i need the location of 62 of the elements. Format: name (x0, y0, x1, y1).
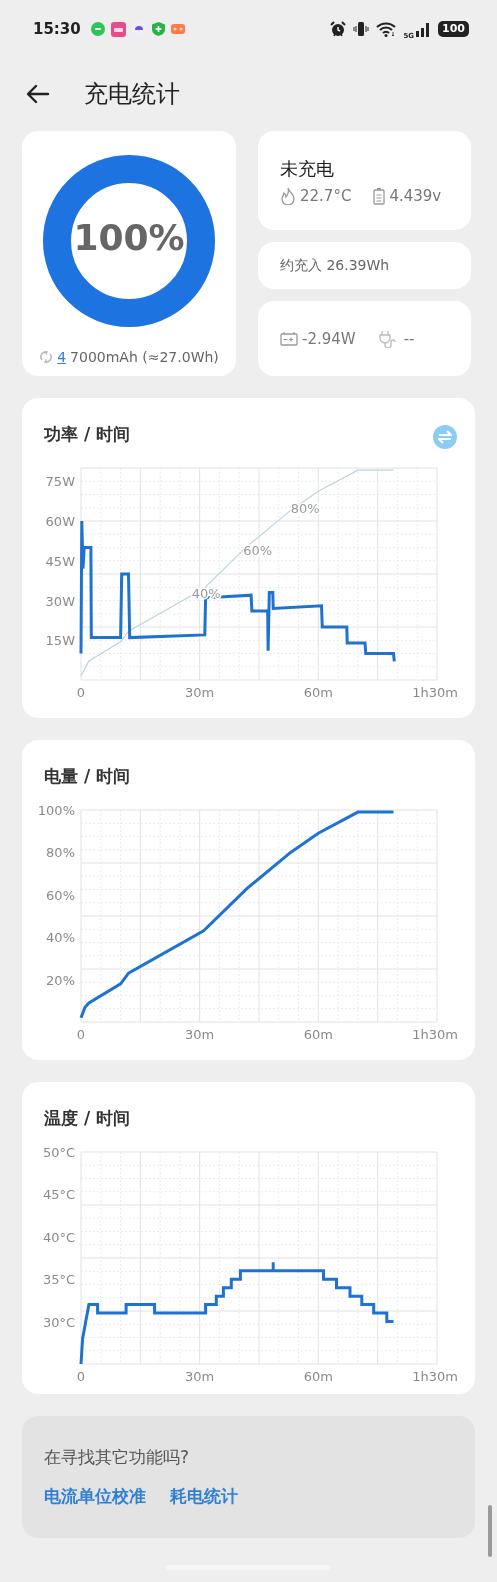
y-tick-label: 45°C (42, 1187, 75, 1203)
app-notification-icon (131, 22, 146, 36)
feature-link[interactable]: 耗电统计 (170, 1485, 238, 1508)
x-tick-label: 30m (185, 1369, 215, 1384)
x-tick-label: 30m (185, 1027, 215, 1042)
y-tick-label: 40°C (42, 1229, 75, 1245)
swap-icon[interactable] (433, 425, 457, 449)
wifi-icon (376, 21, 397, 37)
x-tick-label: 0 (76, 1027, 86, 1042)
chart-annotation: 80% (290, 500, 320, 516)
vibrate-icon (353, 21, 370, 37)
y-tick-label: 80% (46, 845, 75, 861)
game-icon (170, 23, 185, 35)
y-tick-label: 30°C (42, 1314, 75, 1330)
x-tick-label: 60m (303, 1369, 333, 1384)
chart-annotation: 60% (243, 543, 273, 559)
status-time: 15:30 (33, 20, 81, 38)
x-tick-label: 1h30m (412, 1369, 458, 1384)
alarm-icon (330, 21, 347, 37)
capacity-text: 7000mAh (≈27.0Wh) (70, 349, 219, 365)
feature-link[interactable]: 电流单位校准 (44, 1485, 146, 1508)
y-tick-label: 100% (37, 803, 75, 818)
y-tick-label: 60% (46, 887, 75, 903)
back-icon[interactable] (26, 84, 50, 104)
x-tick-label: 60m (303, 1027, 333, 1042)
x-tick-label: 1h30m (412, 1027, 458, 1042)
x-tick-label: 0 (76, 685, 86, 700)
y-tick-label: 50°C (42, 1145, 75, 1160)
y-tick-label: 35°C (42, 1272, 75, 1288)
voltage-value: 4.439v (389, 186, 442, 205)
charging-state: 未充电 (280, 156, 335, 181)
battery-indicator: 100 (438, 21, 469, 37)
x-tick-label: 0 (76, 1369, 86, 1384)
y-tick-label: 75W (45, 474, 75, 490)
y-tick-label: 45W (45, 553, 75, 569)
chart-title: 电量 / 时间 (44, 765, 131, 788)
input-power-value: -- (403, 329, 415, 348)
shield-icon (151, 22, 165, 36)
scrollbar-thumb (488, 1505, 492, 1557)
chart-title: 温度 / 时间 (44, 1107, 131, 1130)
page-title: 充电统计 (84, 79, 180, 110)
y-tick-label: 20% (46, 972, 75, 988)
power-value: -2.94W (302, 329, 356, 348)
battery-icon (373, 186, 386, 205)
y-tick-label: 15W (45, 633, 75, 649)
signal-icon (415, 21, 432, 37)
chart-title: 功率 / 时间 (44, 423, 131, 446)
flame-icon (280, 186, 296, 205)
battery-icon (280, 331, 298, 346)
energy-card: 约充入 26.39Wh (258, 242, 471, 289)
y-tick-label: 30W (45, 593, 75, 609)
cycle-icon (39, 350, 54, 364)
cycle-count-link[interactable]: 4 (57, 349, 67, 365)
x-tick-label: 60m (303, 685, 333, 700)
suggestion-question: 在寻找其它功能吗? (44, 1446, 191, 1469)
temperature-value: 22.7°C (300, 186, 352, 205)
x-tick-label: 30m (185, 685, 215, 700)
y-tick-label: 40% (46, 930, 75, 946)
x-tick-label: 1h30m (412, 685, 458, 700)
battery-percent: 100% (72, 217, 186, 258)
y-tick-label: 60W (45, 514, 75, 529)
app-notification-icon (110, 21, 126, 37)
